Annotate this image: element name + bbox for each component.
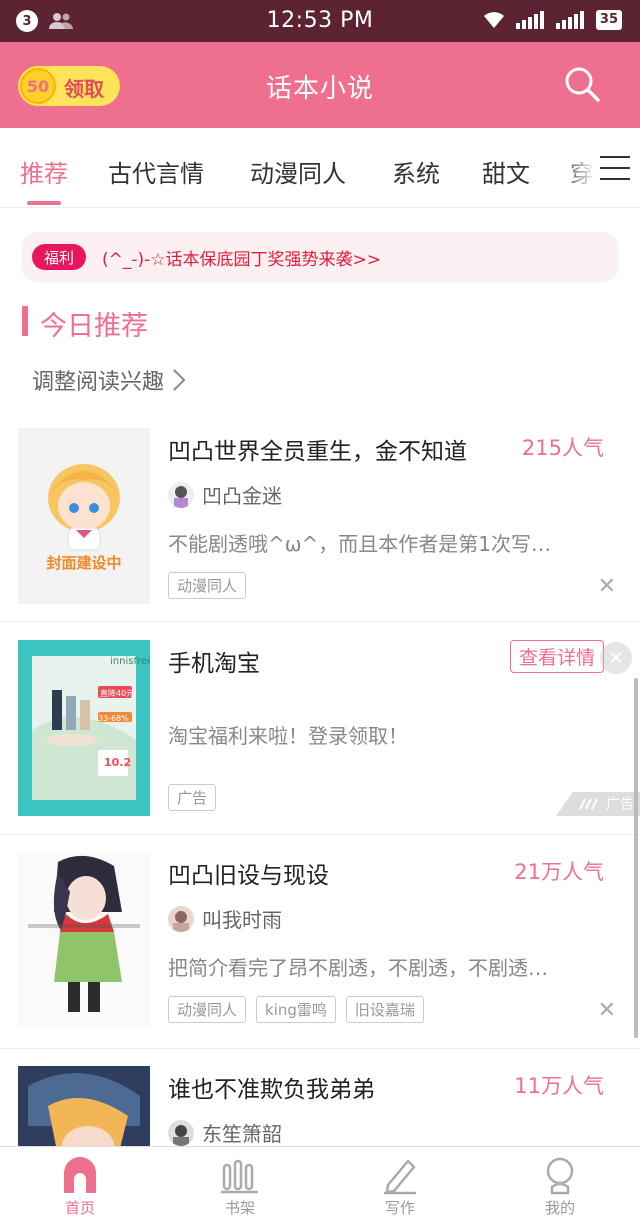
cover-illustration (48, 464, 120, 551)
book-tag[interactable]: 动漫同人 (168, 996, 247, 1023)
cover-illustration (28, 855, 140, 1012)
ad-price: 直降40元 (100, 689, 135, 698)
scrollbar[interactable] (634, 678, 638, 1038)
feed[interactable]: 福利 (^_-)-☆话本保底园丁奖强势来袭>> 今日推荐 调整阅读兴趣 封面建设… (0, 208, 640, 1146)
pencil-icon (384, 1159, 416, 1195)
notice-text: (^_-)-☆话本保底园丁奖强势来袭>> (102, 250, 382, 270)
ad-date: 10.2 (104, 756, 132, 769)
ad-network-icon (579, 798, 598, 810)
avatar (168, 1119, 194, 1146)
signal-icon (515, 11, 544, 29)
home-icon (64, 1157, 96, 1193)
book-tag[interactable]: king雷鸣 (256, 996, 336, 1023)
book-title: 谁也不准欺负我弟弟 (168, 1077, 375, 1103)
book-author[interactable]: 东笙箫韶 (168, 1118, 282, 1146)
ad-cover: innisfree 直降40元 33-68% 10.2 (18, 640, 150, 816)
adjust-interest-label: 调整阅读兴趣 (32, 370, 165, 395)
cover-illustration (18, 1066, 150, 1146)
ad-card[interactable]: innisfree 直降40元 33-68% 10.2 手机淘宝 查看详情 ✕ … (0, 640, 640, 816)
signal-icon-2 (555, 11, 584, 29)
tab-anime-fanfic[interactable]: 动漫同人 (250, 154, 346, 189)
app-title: 话本小说 (265, 74, 374, 104)
dismiss-icon[interactable]: ✕ (598, 574, 616, 599)
status-bar: 3 12:53 PM 35 (0, 0, 640, 42)
book-title: 凹凸世界全员重生，金不知道 (168, 439, 467, 465)
ad-mark: 广告 (556, 792, 640, 816)
search-icon[interactable] (562, 64, 602, 104)
book-description: 把简介看完了昂不剧透，不剧透，不剧透… (168, 956, 548, 980)
close-ad-icon[interactable]: ✕ (600, 642, 632, 674)
ad-title: 手机淘宝 (168, 651, 260, 677)
book-cover (18, 1066, 150, 1146)
book-popularity: 11万人气 (514, 1074, 604, 1098)
tab-sweet[interactable]: 甜文 (482, 154, 530, 189)
adjust-interest-link[interactable]: 调整阅读兴趣 (32, 364, 186, 396)
ad-mark-label: 广告 (606, 797, 634, 813)
book-author[interactable]: 叫我时雨 (168, 904, 282, 933)
nav-home-label: 首页 (64, 1199, 95, 1217)
book-card[interactable]: 凹凸旧设与现设 21万人气 叫我时雨 把简介看完了昂不剧透，不剧透，不剧透… 动… (0, 852, 640, 1028)
bookshelf-icon (221, 1159, 258, 1194)
nav-profile[interactable]: 我的 (520, 1155, 600, 1218)
nav-write[interactable]: 写作 (360, 1155, 440, 1218)
tab-ancient-romance[interactable]: 古代言情 (108, 154, 204, 189)
bottom-navigation: 首页 书架 写作 我的 (0, 1146, 640, 1221)
section-marker (22, 306, 28, 336)
book-title: 凹凸旧设与现设 (168, 863, 329, 889)
nav-home[interactable]: 首页 (40, 1155, 120, 1218)
author-name: 凹凸金迷 (202, 484, 282, 508)
author-name: 叫我时雨 (202, 908, 282, 932)
book-description: 不能剧透哦^ω^，而且本作者是第1次写… (168, 532, 551, 556)
book-author[interactable]: 凹凸金迷 (168, 480, 282, 509)
ad-description: 淘宝福利来啦！登录领取！ (168, 724, 408, 748)
author-name: 东笙箫韶 (202, 1122, 282, 1146)
chevron-right-icon (173, 369, 186, 391)
cover-caption: 封面建设中 (46, 554, 122, 572)
dismiss-icon[interactable]: ✕ (598, 998, 616, 1023)
tab-recommend[interactable]: 推荐 (20, 154, 68, 189)
ad-brand: innisfree (110, 656, 150, 667)
divider (0, 621, 640, 622)
avatar (168, 481, 194, 508)
battery-icon: 35 (595, 10, 622, 30)
book-card[interactable]: 谁也不准欺负我弟弟 11万人气 东笙箫韶 (0, 1066, 640, 1146)
section-title: 今日推荐 (40, 311, 148, 342)
book-tag[interactable]: 旧设嘉瑞 (345, 996, 424, 1023)
view-details-button[interactable]: 查看详情 (509, 640, 604, 673)
nav-profile-label: 我的 (544, 1199, 575, 1217)
book-tag[interactable]: 动漫同人 (168, 572, 247, 599)
book-cover (18, 852, 150, 1028)
ad-tag: 广告 (168, 784, 217, 811)
notice-banner[interactable]: 福利 (^_-)-☆话本保底园丁奖强势来袭>> (22, 232, 618, 282)
divider (0, 834, 640, 835)
tab-system[interactable]: 系统 (392, 154, 440, 189)
active-tab-indicator (27, 201, 61, 205)
nav-bookshelf-label: 书架 (224, 1199, 255, 1217)
nav-write-label: 写作 (384, 1199, 415, 1217)
category-tabs: 推荐 古代言情 动漫同人 系统 甜文 穿 (0, 128, 640, 208)
notice-badge: 福利 (32, 244, 86, 270)
book-popularity: 21万人气 (514, 860, 604, 884)
ad-discount: 33-68% (98, 714, 129, 723)
category-menu-icon[interactable] (600, 154, 630, 182)
book-popularity: 215人气 (521, 436, 604, 460)
book-cover: 封面建设中 (18, 428, 150, 604)
book-card[interactable]: 封面建设中 凹凸世界全员重生，金不知道 215人气 凹凸金迷 不能剧透哦^ω^，… (0, 428, 640, 604)
nav-bookshelf[interactable]: 书架 (200, 1155, 280, 1218)
avatar (168, 905, 194, 932)
divider (0, 1048, 640, 1049)
wifi-icon (483, 12, 504, 28)
app-header: 50 领取 话本小说 (0, 42, 640, 128)
profile-icon (546, 1157, 574, 1195)
